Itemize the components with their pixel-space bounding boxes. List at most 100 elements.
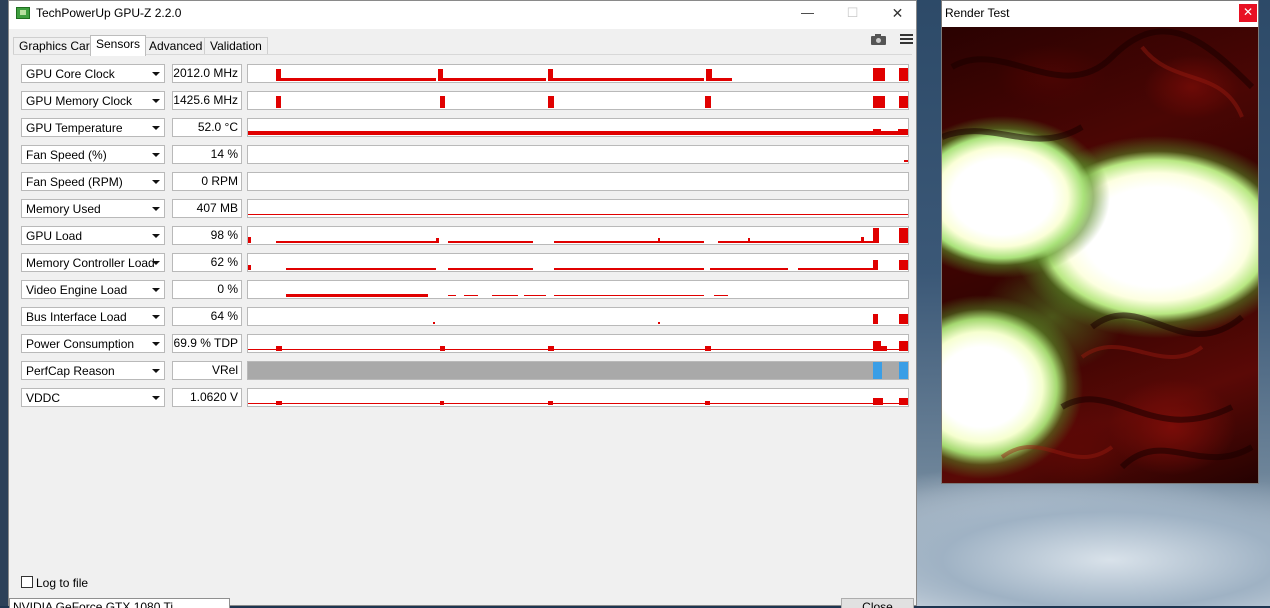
sensor-row-bus-interface-load: Bus Interface Load 64 %	[21, 307, 911, 327]
sensor-label: Power Consumption	[26, 337, 135, 351]
sensor-select-fan-speed-rpm[interactable]: Fan Speed (RPM)	[21, 172, 165, 191]
sensor-value-gpu-memory-clock: 1425.6 MHz	[172, 91, 242, 110]
log-to-file-checkbox[interactable]	[21, 576, 33, 588]
tab-panel-border	[13, 54, 912, 55]
gpuz-app-icon	[16, 7, 30, 19]
sensor-value-vddc: 1.0620 V	[172, 388, 242, 407]
chevron-down-icon[interactable]	[152, 126, 160, 130]
chevron-down-icon[interactable]	[152, 342, 160, 346]
sensor-label: GPU Temperature	[26, 121, 123, 135]
sensor-graph-gpu-temperature	[247, 118, 909, 137]
sensor-graph-gpu-core-clock	[247, 64, 909, 83]
sensor-label: Memory Used	[26, 202, 101, 216]
sensor-graph-fan-speed-rpm	[247, 172, 909, 191]
sensor-select-gpu-memory-clock[interactable]: GPU Memory Clock	[21, 91, 165, 110]
tab-sensors[interactable]: Sensors	[90, 35, 147, 56]
window-title: TechPowerUp GPU-Z 2.2.0	[36, 6, 182, 20]
sensor-value-gpu-temperature: 52.0 °C	[172, 118, 242, 137]
sensor-label: Video Engine Load	[26, 283, 128, 297]
desktop-edge	[0, 0, 8, 606]
sensor-value-memory-used: 407 MB	[172, 199, 242, 218]
sensor-select-memory-controller-load[interactable]: Memory Controller Load	[21, 253, 165, 272]
sensor-value-bus-interface-load: 64 %	[172, 307, 242, 326]
render-test-title: Render Test	[945, 6, 1010, 20]
gpu-select-dropdown[interactable]: NVIDIA GeForce GTX 1080 Ti	[9, 598, 230, 608]
sensor-label: VDDC	[26, 391, 61, 405]
render-swirl-overlay	[942, 28, 1255, 470]
gpuz-window: TechPowerUp GPU-Z 2.2.0 — ☐ ✕ Graphics C…	[8, 0, 917, 608]
sensor-graph-power-consumption	[247, 334, 909, 353]
sensor-row-power-consumption: Power Consumption 69.9 % TDP	[21, 334, 911, 354]
sensor-row-fan-speed: Fan Speed (%) 14 %	[21, 145, 911, 165]
sensor-select-vddc[interactable]: VDDC	[21, 388, 165, 407]
close-button[interactable]: Close	[841, 598, 914, 608]
chevron-down-icon[interactable]	[152, 288, 160, 292]
sensor-label: Fan Speed (RPM)	[26, 175, 123, 189]
log-to-file-label: Log to file	[36, 576, 89, 590]
sensor-value-power-consumption: 69.9 % TDP	[172, 334, 242, 353]
tab-validation[interactable]: Validation	[204, 37, 268, 55]
sensor-row-memory-used: Memory Used 407 MB	[21, 199, 911, 219]
sensor-graph-video-engine-load	[247, 280, 909, 299]
minimize-button[interactable]: —	[785, 3, 830, 25]
sensor-select-perfcap-reason[interactable]: PerfCap Reason	[21, 361, 165, 380]
maximize-button[interactable]: ☐	[830, 3, 875, 25]
tab-graphics-card[interactable]: Graphics Card	[13, 37, 103, 55]
sensor-graph-memory-used	[247, 199, 909, 218]
sensor-label: Bus Interface Load	[26, 310, 127, 324]
sensor-graph-gpu-memory-clock	[247, 91, 909, 110]
sensor-graph-fan-speed	[247, 145, 909, 164]
sensor-row-fan-speed-rpm: Fan Speed (RPM) 0 RPM	[21, 172, 911, 192]
sensor-row-gpu-temperature: GPU Temperature 52.0 °C	[21, 118, 911, 138]
sensor-value-video-engine-load: 0 %	[172, 280, 242, 299]
sensor-select-gpu-core-clock[interactable]: GPU Core Clock	[21, 64, 165, 83]
sensor-row-vddc: VDDC 1.0620 V	[21, 388, 911, 408]
chevron-down-icon[interactable]	[152, 234, 160, 238]
hamburger-menu-icon[interactable]	[899, 32, 917, 46]
sensor-value-perfcap-reason: VRel	[172, 361, 242, 380]
chevron-down-icon[interactable]	[152, 261, 160, 265]
chevron-down-icon[interactable]	[152, 207, 160, 211]
sensor-graph-vddc	[247, 388, 909, 407]
sensor-value-gpu-load: 98 %	[172, 226, 242, 245]
chevron-down-icon[interactable]	[152, 396, 160, 400]
sensor-row-gpu-memory-clock: GPU Memory Clock 1425.6 MHz	[21, 91, 911, 111]
chevron-down-icon[interactable]	[152, 315, 160, 319]
close-window-button[interactable]: ✕	[875, 3, 920, 25]
chevron-down-icon[interactable]	[152, 72, 160, 76]
render-test-close-button[interactable]: ✕	[1239, 4, 1257, 22]
sensor-select-gpu-load[interactable]: GPU Load	[21, 226, 165, 245]
sensor-label: GPU Memory Clock	[26, 94, 133, 108]
sensor-row-gpu-core-clock: GPU Core Clock 2012.0 MHz	[21, 64, 911, 84]
chevron-down-icon[interactable]	[152, 180, 160, 184]
tab-advanced[interactable]: Advanced	[143, 37, 209, 55]
sensor-label: PerfCap Reason	[26, 364, 115, 378]
sensor-value-fan-speed-rpm: 0 RPM	[172, 172, 242, 191]
sensor-label: GPU Core Clock	[26, 67, 115, 81]
render-test-canvas	[942, 27, 1258, 483]
sensor-select-gpu-temperature[interactable]: GPU Temperature	[21, 118, 165, 137]
sensor-graph-gpu-load	[247, 226, 909, 245]
sensor-select-video-engine-load[interactable]: Video Engine Load	[21, 280, 165, 299]
title-bar: TechPowerUp GPU-Z 2.2.0 — ☐ ✕	[9, 1, 916, 29]
sensor-value-fan-speed: 14 %	[172, 145, 242, 164]
sensor-select-power-consumption[interactable]: Power Consumption	[21, 334, 165, 353]
sensor-graph-memory-controller-load	[247, 253, 909, 272]
sensor-select-memory-used[interactable]: Memory Used	[21, 199, 165, 218]
close-button-label: Close	[862, 600, 893, 608]
render-test-window: Render Test ✕	[941, 0, 1259, 484]
sensor-row-memory-controller-load: Memory Controller Load 62 %	[21, 253, 911, 273]
sensor-value-memory-controller-load: 62 %	[172, 253, 242, 272]
sensor-graph-bus-interface-load	[247, 307, 909, 326]
sensor-select-bus-interface-load[interactable]: Bus Interface Load	[21, 307, 165, 326]
chevron-down-icon[interactable]	[152, 99, 160, 103]
chevron-down-icon[interactable]	[152, 153, 160, 157]
sensor-row-perfcap-reason: PerfCap Reason VRel	[21, 361, 911, 381]
sensor-label: Memory Controller Load	[26, 256, 155, 270]
chevron-down-icon[interactable]	[152, 369, 160, 373]
sensor-graph-perfcap-reason	[247, 361, 909, 380]
gpu-select-value: NVIDIA GeForce GTX 1080 Ti	[13, 600, 174, 608]
camera-icon[interactable]	[870, 32, 888, 46]
sensor-row-video-engine-load: Video Engine Load 0 %	[21, 280, 911, 300]
sensor-select-fan-speed[interactable]: Fan Speed (%)	[21, 145, 165, 164]
